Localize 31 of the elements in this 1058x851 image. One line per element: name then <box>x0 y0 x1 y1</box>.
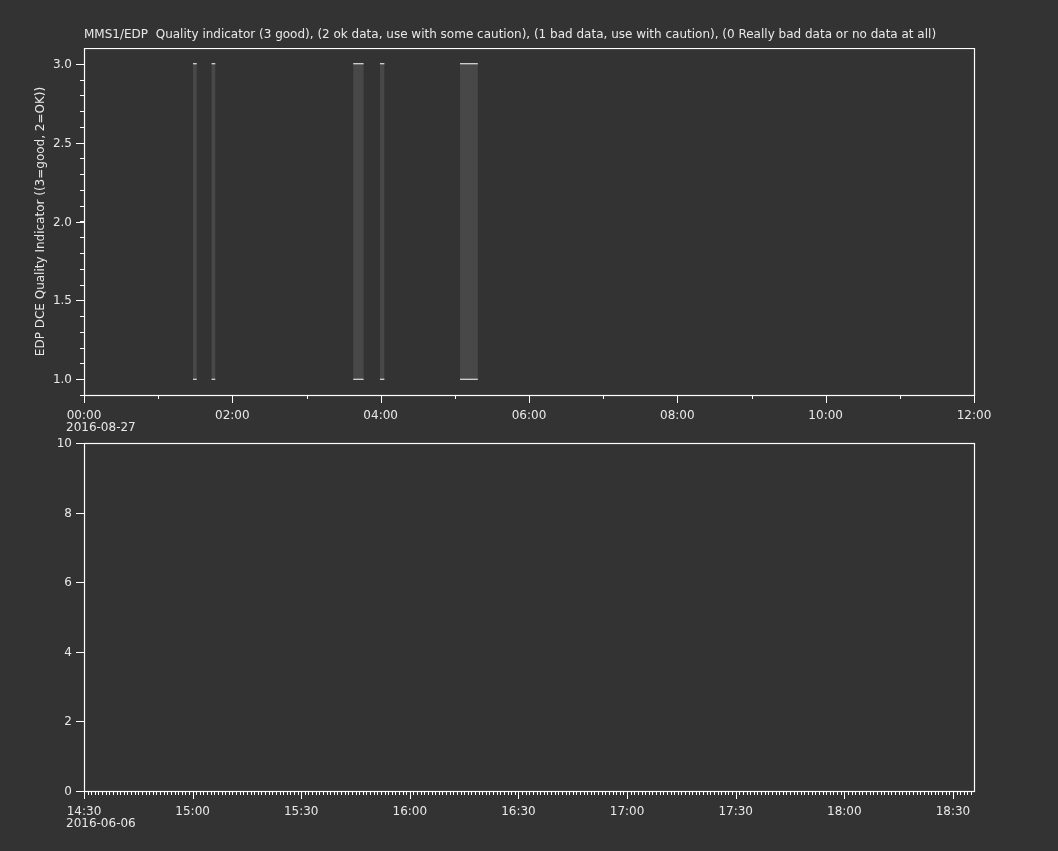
y-axis-title: EDP DCE Quality Indicator ((3=good, 2=OK)) <box>33 86 47 357</box>
date-label: 2016-08-27 <box>66 420 136 434</box>
plot-title: MMS1/EDP Quality indicator (3 good), (2 ok data, use with some caution), (1 bad data, use with caution), (0 Really bad data or no data at all) <box>84 27 937 41</box>
axis-tick-label: 14:30 <box>66 804 102 818</box>
axis-tick-label: 15:00 <box>175 804 210 818</box>
axis-tick-label: 18:30 <box>935 804 971 818</box>
axis-tick-label: 6 <box>64 575 72 590</box>
axis-tick-label: 1.0 <box>52 372 72 387</box>
axis-tick-label: 17:30 <box>718 804 753 818</box>
axis-tick-label: 18:00 <box>827 804 862 818</box>
axis-tick-label: 3.0 <box>52 56 72 71</box>
axis-tick-label: 08:00 <box>660 408 695 422</box>
axis-tick-label: 17:00 <box>609 804 645 818</box>
axis-tick-label: 04:00 <box>363 408 398 422</box>
axis-tick-label: 4 <box>64 644 72 659</box>
axis-tick-label: 16:00 <box>392 804 428 818</box>
axis-tick-label: 10 <box>56 438 72 450</box>
axis-tick-label: 2 <box>64 714 72 729</box>
axis-tick-label: 00:00 <box>66 408 102 422</box>
axis-tick-label: 2.0 <box>52 214 72 229</box>
axis-tick-label: 1.5 <box>52 293 72 308</box>
axis-tick-label: 16:30 <box>501 804 536 818</box>
axis-tick-label: 12:00 <box>956 408 992 422</box>
axis-tick-label: 02:00 <box>215 408 250 422</box>
axis-tick-label: 0 <box>64 784 72 798</box>
axis-tick-label: 06:00 <box>511 408 547 422</box>
axis-tick-label: 2.5 <box>52 135 72 150</box>
axis-tick-label: 8 <box>64 505 72 520</box>
axis-tick-label: 15:30 <box>283 804 319 818</box>
axis-tick-label: 10:00 <box>808 408 843 422</box>
date-label: 2016-06-06 <box>66 816 136 830</box>
